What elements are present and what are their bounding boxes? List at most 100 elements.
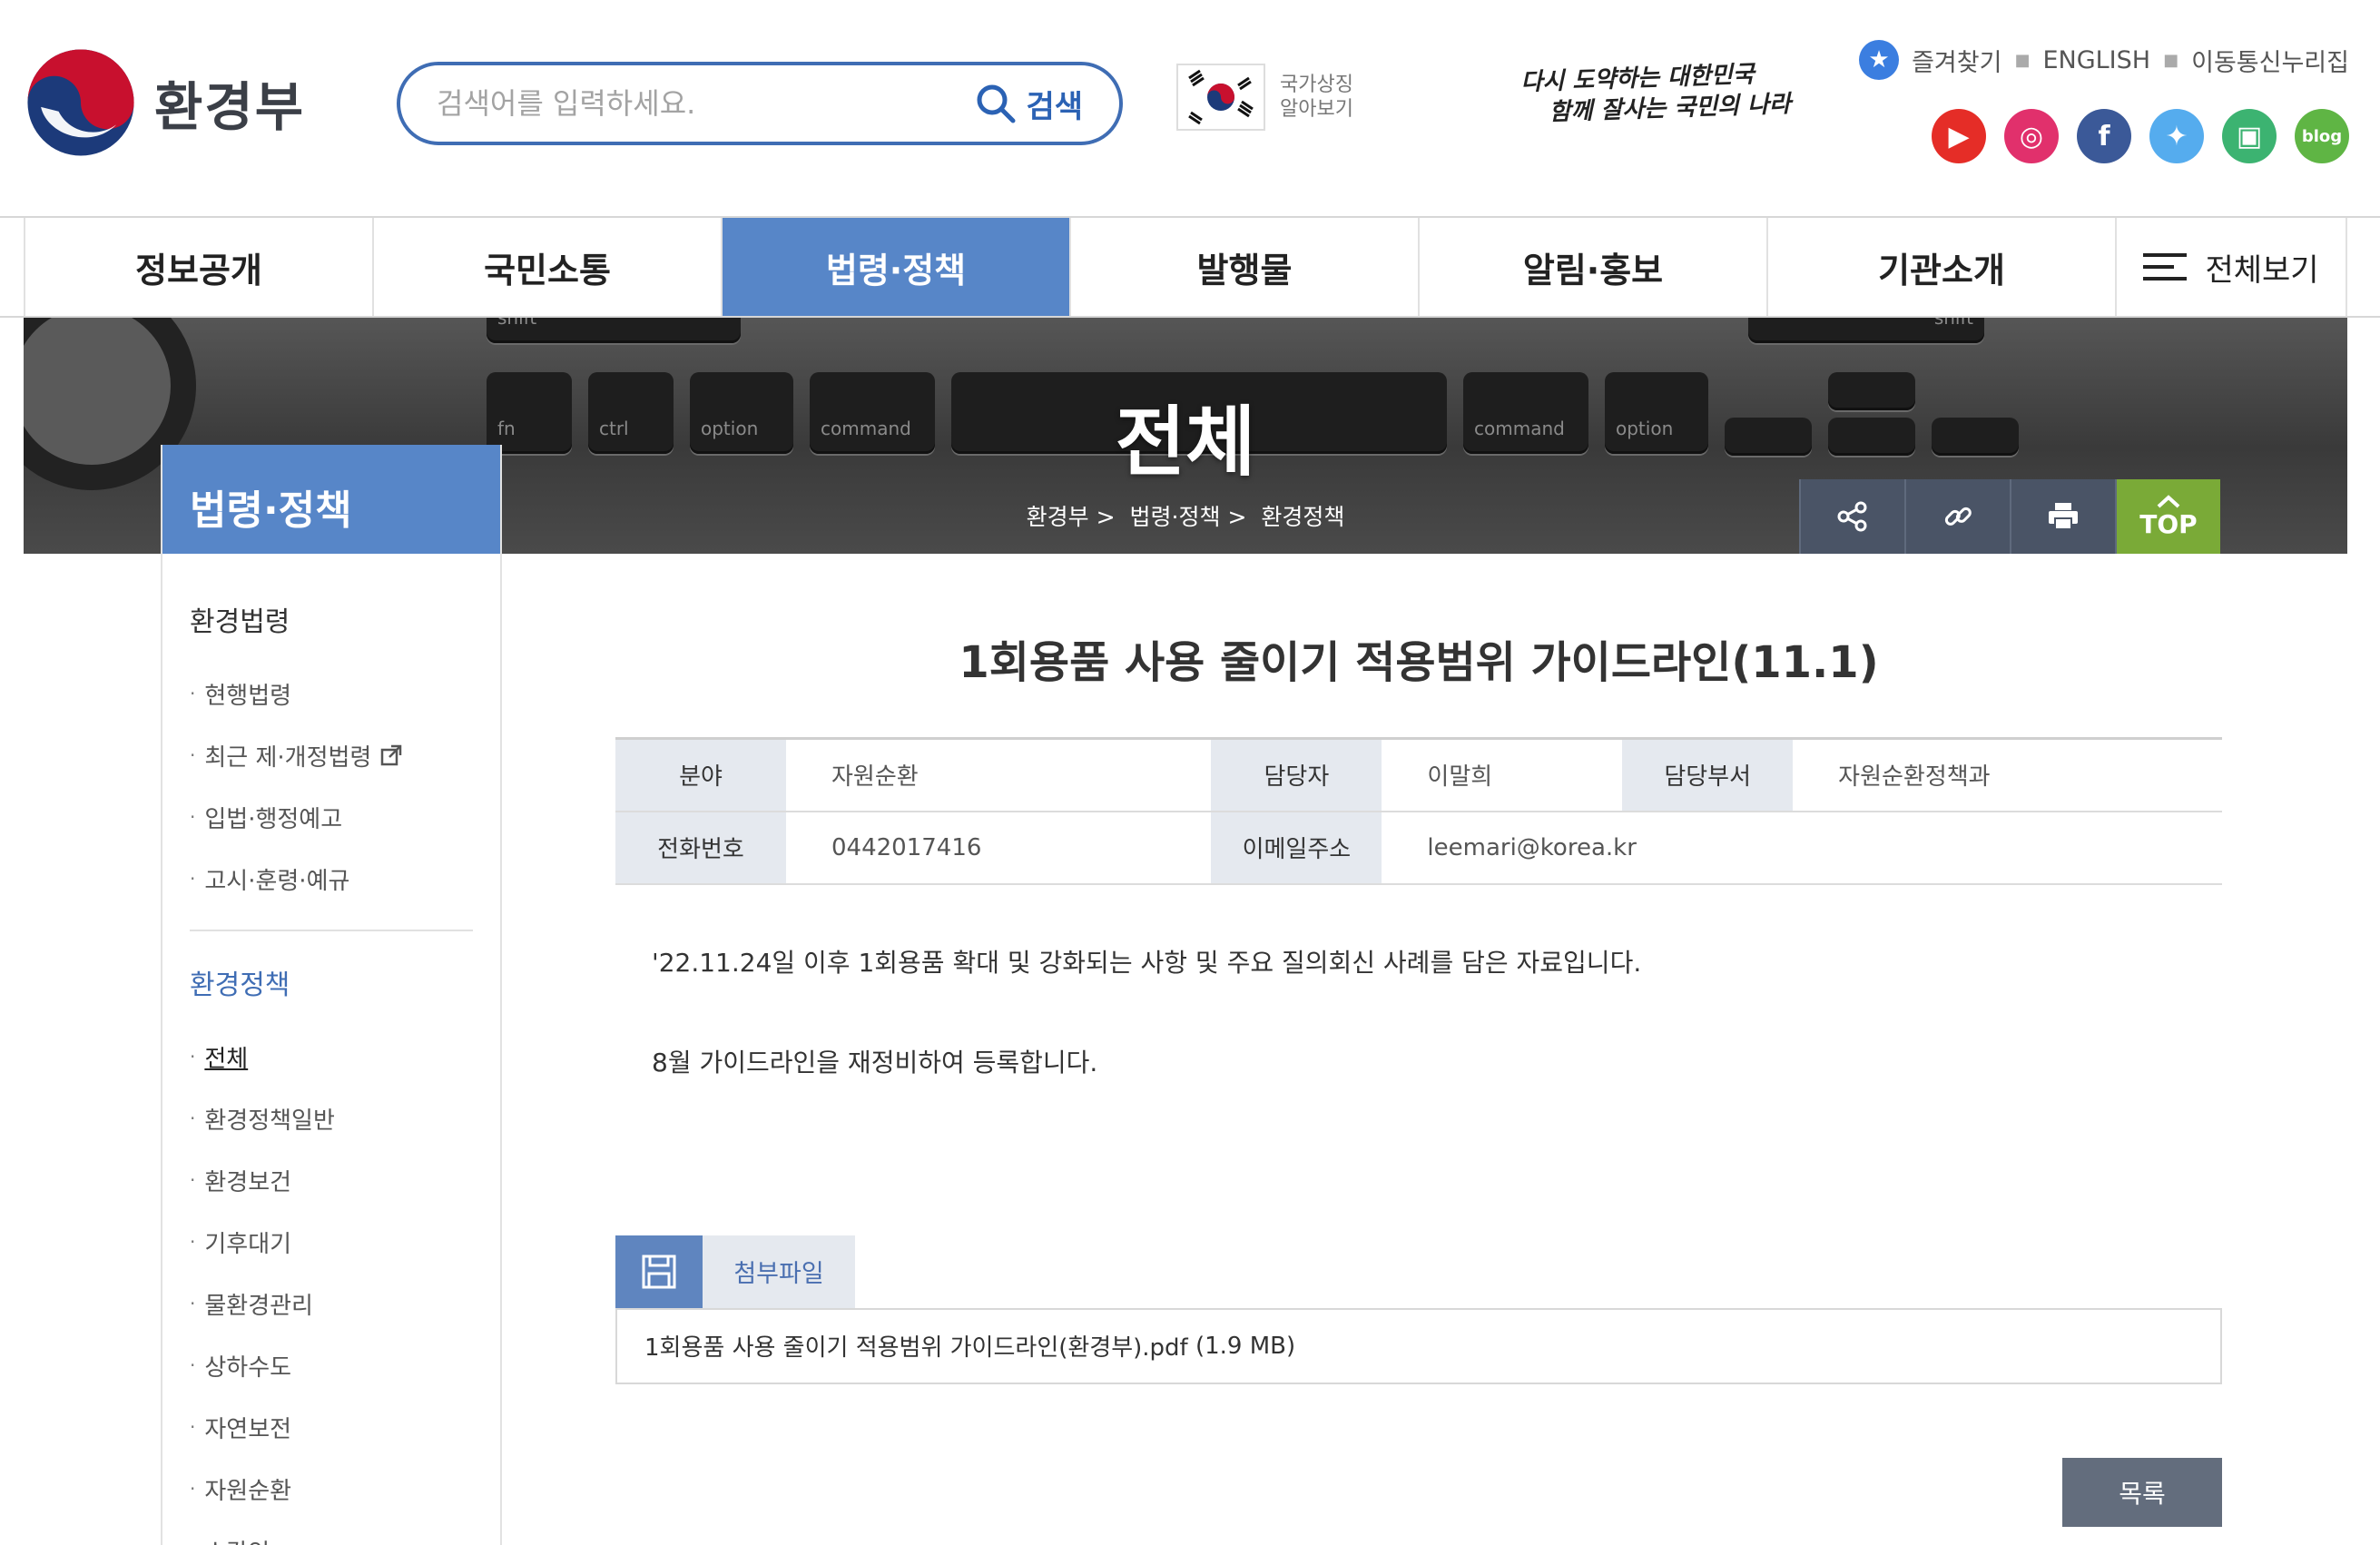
sns-links: ▶ ◎ f ✦ ▣ blog	[1932, 109, 2349, 163]
attachment-section: 첨부파일 1회용품 사용 줄이기 적용범위 가이드라인(환경부).pdf (1.…	[615, 1235, 2222, 1384]
post-title: 1회용품 사용 줄이기 적용범위 가이드라인(11.1)	[959, 637, 1879, 688]
bullet: ·	[190, 1354, 196, 1376]
bullet: ·	[190, 744, 196, 766]
lnb-item-label: 기후대기	[204, 1230, 292, 1258]
print-button[interactable]	[2010, 479, 2115, 554]
separator: ■	[2163, 50, 2179, 70]
view-all-menu-button[interactable]: 전체보기	[2115, 218, 2347, 316]
blog-icon[interactable]: blog	[2295, 109, 2349, 163]
utility-links: ★ 즐겨찾기 ■ ENGLISH ■ 이동통신누리집	[1859, 40, 2349, 80]
chevron-up-icon	[2157, 494, 2180, 507]
national-symbol-link[interactable]: 국가상징 알아보기	[1176, 64, 1353, 131]
search-button[interactable]: 검색	[975, 82, 1083, 126]
gnb-item-info[interactable]: 정보공개	[24, 218, 372, 316]
symbol-line-2: 알아보기	[1280, 98, 1353, 121]
bullet: ·	[190, 806, 196, 828]
lnb-item-water[interactable]: · 물환경관리	[190, 1273, 473, 1334]
external-link-icon	[381, 744, 402, 766]
lnb-item-env-health[interactable]: · 환경보건	[190, 1149, 473, 1211]
site-header: 환경부 검색 국가	[0, 0, 2380, 216]
dept-value: 자원순환정책과	[1793, 738, 2222, 812]
youtube-icon[interactable]: ▶	[1932, 109, 1986, 163]
floppy-disk-icon	[615, 1235, 703, 1308]
podcast-icon[interactable]: ▣	[2222, 109, 2277, 163]
lnb-item-label: 입법·행정예고	[204, 805, 343, 833]
info-row: 분야 자원순환 담당자 이말희 담당부서 자원순환정책과	[615, 738, 2222, 812]
bullet: ·	[190, 1478, 196, 1500]
gnb-item-law-policy[interactable]: 법령·정책	[721, 218, 1069, 316]
star-icon: ★	[1859, 40, 1900, 80]
dept-label: 담당부서	[1622, 738, 1794, 812]
post-view: 1회용품 사용 줄이기 적용범위 가이드라인(11.1) 분야 자원순환 담당자…	[615, 554, 2222, 1527]
attachment-file[interactable]: 1회용품 사용 줄이기 적용범위 가이드라인(환경부).pdf (1.9 MB)	[615, 1307, 2222, 1384]
post-info-table: 분야 자원순환 담당자 이말희 담당부서 자원순환정책과 전화번호 044201…	[615, 737, 2222, 885]
global-nav-list: 정보공개 국민소통 법령·정책 발행물 알림·홍보 기관소개 전체보기	[24, 218, 2347, 316]
field-label: 분야	[615, 738, 786, 812]
lnb-section-title[interactable]: 환경정책	[190, 962, 473, 1002]
government-slogan: 다시 도약하는 대한민국 함께 잘사는 국민의 나라	[1520, 59, 1792, 130]
english-link[interactable]: ENGLISH	[2042, 46, 2150, 74]
site-logo[interactable]: 환경부	[25, 47, 305, 158]
lnb-item-all[interactable]: · 전체	[190, 1026, 473, 1087]
lnb-item-label: 물환경관리	[204, 1292, 313, 1320]
lnb-item-notices-rules[interactable]: · 고시·훈령·예규	[190, 848, 473, 910]
list-button[interactable]: 목록	[2062, 1458, 2222, 1527]
lnb-item-recent-law[interactable]: · 최근 제·개정법령	[190, 724, 473, 786]
lnb-item-current-law[interactable]: · 현행법령	[190, 663, 473, 724]
lnb-item-legislation-notice[interactable]: · 입법·행정예고	[190, 786, 473, 848]
search-input[interactable]	[437, 86, 976, 121]
attachment-label: 첨부파일	[703, 1235, 855, 1308]
lnb-item-label: 소각인	[204, 1534, 270, 1545]
lnb-item-label: 현행법령	[204, 682, 292, 710]
taegeuk-logo-icon	[27, 49, 134, 156]
link-icon	[1944, 507, 1972, 526]
bullet: ·	[190, 683, 196, 704]
gnb-item-communication[interactable]: 국민소통	[372, 218, 721, 316]
share-button[interactable]	[1799, 479, 1904, 554]
field-value: 자원순환	[786, 738, 1212, 812]
page-tools: TOP	[1799, 479, 2220, 554]
twitter-icon[interactable]: ✦	[2149, 109, 2204, 163]
keyboard-key: shift	[1748, 318, 1984, 343]
lnb-section-policy: 환경정책 · 전체 · 환경정책일반 · 환경보건 · 기후대기 · 물환경관리 · 상하수…	[162, 962, 500, 1545]
breadcrumb-home[interactable]: 환경부	[1027, 504, 1089, 530]
lnb-item-water-supply[interactable]: · 상하수도	[190, 1334, 473, 1396]
facebook-icon[interactable]: f	[2077, 109, 2131, 163]
lnb-item-label: 전체	[204, 1045, 249, 1073]
share-icon	[1837, 501, 1867, 532]
attachment-size: (1.9 MB)	[1195, 1332, 1296, 1360]
lnb-item-recycling[interactable]: · 자원순환	[190, 1458, 473, 1520]
phone-label: 전화번호	[615, 811, 786, 885]
gnb-item-publications[interactable]: 발행물	[1069, 218, 1418, 316]
lnb-item-general-policy[interactable]: · 환경정책일반	[190, 1087, 473, 1149]
bullet: ·	[190, 868, 196, 890]
lnb-item-label: 상하수도	[204, 1353, 292, 1382]
view-all-label: 전체보기	[2205, 251, 2319, 289]
copy-link-button[interactable]	[1904, 479, 2010, 554]
breadcrumb-law-policy[interactable]: 법령·정책	[1130, 504, 1221, 530]
search-button-label: 검색	[1026, 88, 1083, 125]
lnb-item-climate-air[interactable]: · 기후대기	[190, 1211, 473, 1273]
lnb-item-label: 최근 제·개정법령	[204, 743, 372, 772]
global-nav: 정보공개 국민소통 법령·정책 발행물 알림·홍보 기관소개 전체보기	[0, 216, 2380, 318]
gnb-item-news[interactable]: 알림·홍보	[1418, 218, 1766, 316]
lnb-item-more[interactable]: · 소각인	[190, 1520, 473, 1545]
lnb-item-nature[interactable]: · 자연보전	[190, 1396, 473, 1458]
korean-flag-icon	[1176, 64, 1265, 131]
favorites-link[interactable]: 즐겨찾기	[1912, 43, 2001, 78]
bullet: ·	[190, 1107, 196, 1129]
attachment-filename[interactable]: 1회용품 사용 줄이기 적용범위 가이드라인(환경부).pdf	[644, 1329, 1188, 1363]
instagram-icon[interactable]: ◎	[2004, 109, 2059, 163]
phone-value: 0442017416	[786, 811, 1212, 885]
breadcrumb-env-policy[interactable]: 환경정책	[1261, 504, 1344, 530]
lnb-item-label: 환경보건	[204, 1168, 292, 1196]
scroll-top-button[interactable]: TOP	[2115, 479, 2220, 554]
gnb-item-about[interactable]: 기관소개	[1766, 218, 2115, 316]
search-box: 검색	[397, 62, 1123, 145]
lnb-section-title[interactable]: 환경법령	[190, 599, 473, 639]
email-label: 이메일주소	[1211, 811, 1382, 885]
bullet: ·	[190, 1416, 196, 1438]
national-symbol-text: 국가상징 알아보기	[1280, 73, 1353, 123]
lnb-item-label: 자원순환	[204, 1477, 292, 1505]
mobile-site-link[interactable]: 이동통신누리집	[2191, 43, 2349, 78]
